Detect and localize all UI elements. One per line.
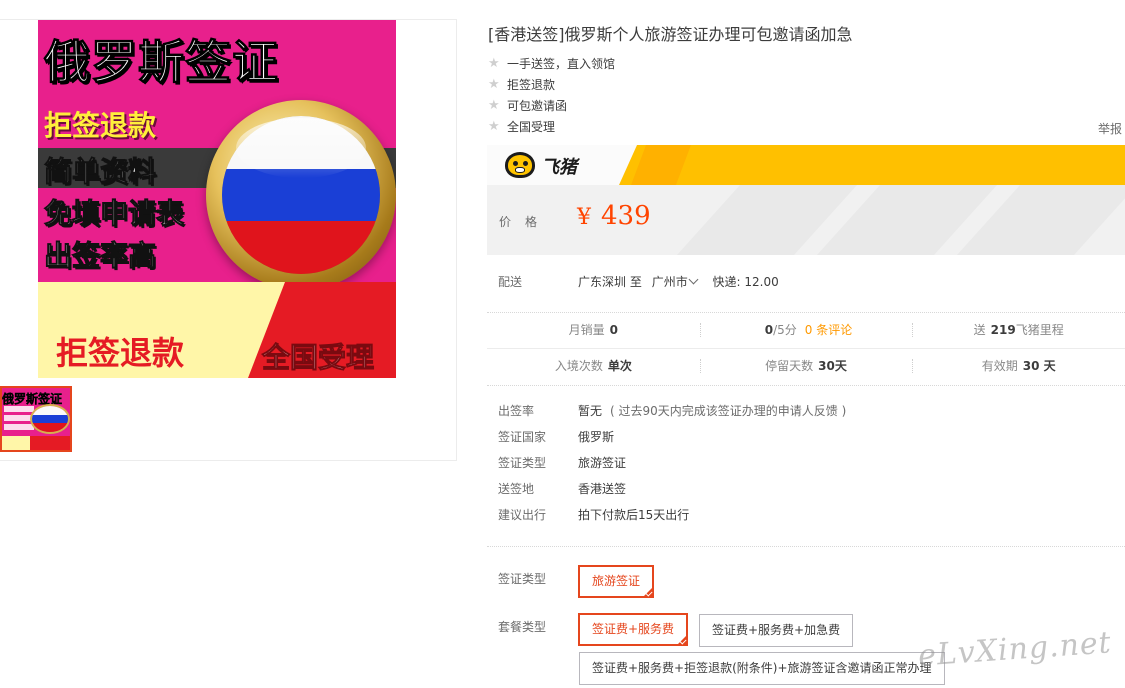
info-value: 暂无( 过去90天内完成该签证办理的申请人反馈 ) — [578, 404, 847, 418]
star-icon: ★ — [488, 97, 500, 113]
check-icon — [679, 637, 687, 645]
feature-item: ★ 可包邀请函 — [488, 95, 615, 116]
rating-total: /5分 — [773, 323, 797, 337]
image-line-3: 出签率高 — [43, 239, 157, 273]
info-key: 签证类型 — [498, 456, 547, 470]
price-value: ¥439 — [577, 201, 651, 231]
info-key: 建议出行 — [498, 508, 547, 522]
watermark: eLvXing.net — [917, 625, 1113, 674]
star-icon: ★ — [488, 118, 500, 134]
feature-text: 全国受理 — [507, 120, 556, 134]
stats-row: 入境次数 单次 停留天数 30天 有效期 30 天 — [487, 349, 1125, 385]
info-row-country: 签证国家 俄罗斯 — [498, 428, 846, 454]
russia-flag-badge-icon — [206, 100, 396, 290]
monthly-sales: 月销量 0 — [568, 323, 619, 337]
shipping-info: 广东深圳 至 广州市 快递: 12.00 — [578, 273, 779, 290]
star-icon: ★ — [488, 55, 500, 71]
info-key: 签证国家 — [498, 430, 547, 444]
mileage-reward: 送 219飞猪里程 — [912, 313, 1125, 348]
thumbnail-bottom-red — [30, 436, 70, 450]
info-row-submission-place: 送签地 香港送签 — [498, 480, 846, 506]
visa-type-label: 签证类型 — [498, 572, 547, 586]
stay-days: 停留天数 30天 — [699, 349, 913, 385]
shipping-fee: 12.00 — [744, 275, 779, 289]
check-icon — [645, 589, 653, 597]
section-divider — [487, 546, 1125, 547]
shipping-destination-select[interactable]: 广州市 — [652, 274, 701, 289]
star-icon: ★ — [488, 76, 500, 92]
thumbnail-flag-icon — [30, 404, 70, 434]
product-thumbnail[interactable]: 俄罗斯签证 — [0, 386, 72, 452]
info-value: 旅游签证 — [578, 456, 627, 470]
info-hint: ( 过去90天内完成该签证办理的申请人反馈 ) — [610, 404, 847, 418]
currency-symbol: ¥ — [577, 205, 591, 230]
chevron-down-icon — [688, 274, 699, 285]
feature-text: 拒签退款 — [507, 78, 556, 92]
feature-item: ★ 全国受理 — [488, 116, 615, 137]
stats-panel: 月销量 0 0/5分 0 条评论 送 219飞猪里程 入境次数 单次 停留天数 30天 有… — [487, 312, 1125, 386]
image-title-text: 俄罗斯签证 — [44, 35, 279, 90]
brand-name: 飞猪 — [541, 157, 577, 178]
info-row-suggested-travel: 建议出行 拍下付款后15天出行 — [498, 506, 846, 532]
package-option-refund-invitation[interactable]: 签证费+服务费+拒签退款(附条件)+旅游签证含邀请函正常办理 — [579, 652, 945, 685]
info-value: 拍下付款后15天出行 — [578, 508, 690, 522]
product-title: [香港送签]俄罗斯个人旅游签证办理可包邀请函加急 — [488, 25, 853, 44]
price-label: 价格 — [499, 215, 552, 229]
visa-info-list: 出签率 暂无( 过去90天内完成该签证办理的申请人反馈 ) 签证国家 俄罗斯 签… — [498, 402, 846, 532]
product-main-image[interactable]: 俄罗斯签证 拒签退款 简单资料 免填申请表 出签率高 拒签退款 全国受理 — [38, 20, 396, 378]
feature-text: 一手送签，直入领馆 — [507, 57, 616, 71]
shipping-label: 配送 — [498, 275, 523, 289]
package-type-label: 套餐类型 — [498, 620, 547, 634]
fliggy-pig-logo-icon — [505, 152, 535, 178]
info-key: 送签地 — [498, 482, 535, 496]
image-line-2: 免填申请表 — [43, 197, 185, 231]
info-key: 出签率 — [498, 404, 535, 418]
shipping-fee-label: 快递: — [712, 275, 741, 289]
info-row-approval-rate: 出签率 暂无( 过去90天内完成该签证办理的申请人反馈 ) — [498, 402, 846, 428]
feature-list: ★ 一手送签，直入领馆 ★ 拒签退款 ★ 可包邀请函 ★ 全国受理 — [488, 53, 615, 137]
reviews-link[interactable]: 0 条评论 — [805, 323, 852, 337]
image-bottom-refund-text: 拒签退款 — [56, 334, 185, 372]
package-option-basic[interactable]: 签证费+服务费 — [578, 613, 689, 646]
report-link[interactable]: 举报 — [1098, 120, 1122, 137]
image-bottom-nation-text: 全国受理 — [261, 341, 375, 375]
feature-item: ★ 一手送签，直入领馆 — [488, 53, 615, 74]
rating-value: 0 — [764, 323, 774, 337]
feature-text: 可包邀请函 — [507, 99, 568, 113]
rating-and-reviews: 0/5分 0 条评论 — [699, 313, 913, 348]
stats-row: 月销量 0 0/5分 0 条评论 送 219飞猪里程 — [487, 313, 1125, 349]
visa-type-option-tourist[interactable]: 旅游签证 — [578, 565, 655, 598]
info-value: 俄罗斯 — [578, 430, 615, 444]
shipping-to-word: 至 — [629, 275, 642, 289]
validity-period: 有效期 30 天 — [912, 349, 1125, 385]
image-refund-text: 拒签退款 — [44, 109, 157, 142]
entries-count: 入境次数 单次 — [554, 359, 632, 373]
info-row-visa-type: 签证类型 旅游签证 — [498, 454, 846, 480]
package-option-express[interactable]: 签证费+服务费+加急费 — [699, 614, 854, 647]
shipping-from: 广东深圳 — [578, 275, 627, 289]
price-amount: 439 — [601, 201, 651, 231]
info-value: 香港送签 — [578, 482, 627, 496]
price-panel: 飞猪 价格 ¥439 — [487, 145, 1125, 255]
image-line-1: 简单资料 — [43, 155, 157, 189]
feature-item: ★ 拒签退款 — [488, 74, 615, 95]
